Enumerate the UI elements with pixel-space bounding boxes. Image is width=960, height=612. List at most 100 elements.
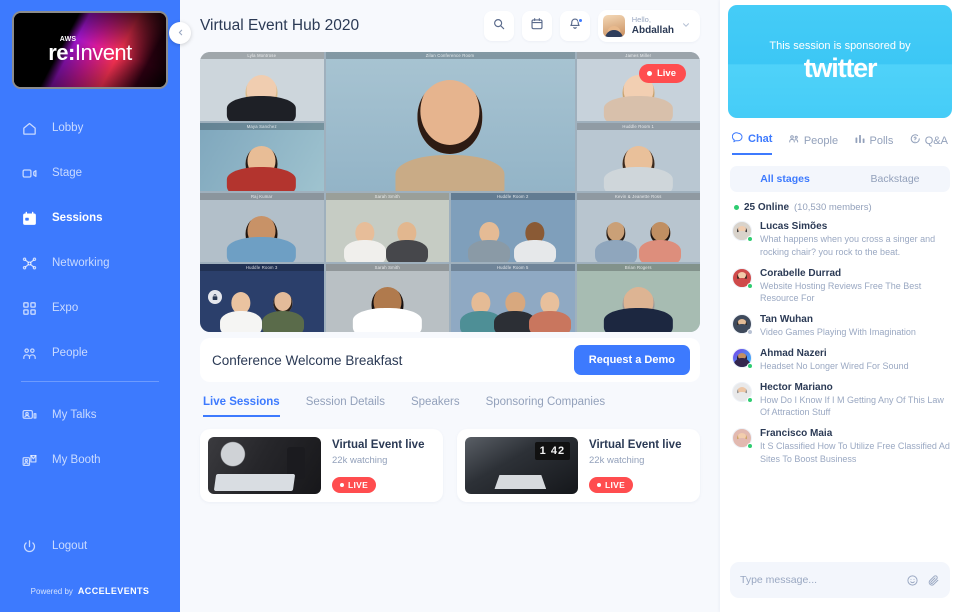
people-icon <box>788 133 800 148</box>
logo-invent-label: Invent <box>74 40 132 65</box>
avatar <box>732 314 753 336</box>
notifications-button[interactable] <box>559 11 590 41</box>
video-tile[interactable]: Huddle Room 1 <box>576 122 700 191</box>
tile-label: Huddle Room 3 <box>200 263 324 271</box>
chat-message-text: Headset No Longer Wired For Sound <box>760 360 909 371</box>
sidebar-item-logout[interactable]: Logout <box>0 527 180 565</box>
video-tile[interactable]: Maya Sanchez <box>200 122 324 191</box>
powered-by: Powered by ACCELEVENTS <box>0 572 180 612</box>
calendar-icon <box>21 210 38 227</box>
avatar <box>732 428 753 450</box>
sidebar-item-networking[interactable]: Networking <box>0 244 180 282</box>
tab-speakers[interactable]: Speakers <box>411 396 460 417</box>
tab-session-details[interactable]: Session Details <box>306 396 385 417</box>
live-dot <box>597 483 601 487</box>
stage-filter-segments: All stages Backstage <box>730 166 950 192</box>
status-dot <box>747 282 753 289</box>
sidebar-item-label: Expo <box>52 302 79 314</box>
paperclip-icon[interactable] <box>927 574 940 587</box>
video-tile[interactable]: Raj Kumar <box>200 193 324 262</box>
tile-label: Sarah Smith <box>325 263 449 271</box>
chat-message-body: Lucas Simões What happens when you cross… <box>760 221 950 259</box>
status-dot <box>747 329 753 336</box>
page-title: Virtual Event Hub 2020 <box>200 17 360 34</box>
request-demo-button[interactable]: Request a Demo <box>573 345 690 375</box>
video-tile[interactable]: Sarah Smith <box>325 263 449 332</box>
tab-sponsoring-companies[interactable]: Sponsoring Companies <box>486 396 606 417</box>
segment-all-stages[interactable]: All stages <box>730 166 840 192</box>
live-dot <box>340 483 344 487</box>
session-title: Conference Welcome Breakfast <box>212 352 403 368</box>
tab-label: Polls <box>869 134 894 147</box>
chat-message: Francisco Maia It S Classified How To Ut… <box>732 428 950 466</box>
content-area: Lyla Montrose Zilan Conference Room Live… <box>180 52 720 612</box>
chat-message-body: Francisco Maia It S Classified How To Ut… <box>760 428 950 466</box>
sidebar-item-lobby[interactable]: Lobby <box>0 109 180 147</box>
chat-message-text: How Do I Know If I M Getting Any Of This… <box>760 394 944 418</box>
emoji-icon[interactable] <box>906 574 919 587</box>
tab-people[interactable]: People <box>788 133 838 155</box>
session-card[interactable]: Virtual Event live 22k watching LIVE <box>200 429 443 502</box>
sponsor-banner[interactable]: This session is sponsored by twitter <box>728 5 952 118</box>
sidebar-item-stage[interactable]: Stage <box>0 154 180 192</box>
lock-badge[interactable] <box>208 288 222 306</box>
calendar-button[interactable] <box>521 11 552 41</box>
network-nodes-icon <box>21 255 38 272</box>
tab-qa[interactable]: Q&A <box>909 133 948 155</box>
sidebar-item-expo[interactable]: Expo <box>0 289 180 327</box>
video-camera-icon <box>21 165 38 182</box>
segment-backstage[interactable]: Backstage <box>840 166 950 192</box>
stage-video-grid[interactable]: Lyla Montrose Zilan Conference Room Live… <box>200 52 700 332</box>
chat-messages[interactable]: Lucas Simões What happens when you cross… <box>720 219 960 562</box>
video-tile-main[interactable]: Zilan Conference Room <box>325 52 575 191</box>
tile-label: Brian Rogers <box>576 263 700 271</box>
video-tile[interactable]: Live James Miller <box>576 52 700 121</box>
message-input[interactable] <box>740 574 898 586</box>
video-tile[interactable]: Huddle Room 3 <box>200 263 324 332</box>
lock-icon <box>211 288 219 306</box>
sidebar: AWS re:Invent Lobby Stage Sessions Netwo… <box>0 0 191 612</box>
logo-text: AWS re:Invent <box>14 36 166 64</box>
video-tile[interactable]: Kevin & Jeanette Ross <box>576 193 700 262</box>
tab-polls[interactable]: Polls <box>854 133 894 155</box>
avatar <box>602 15 625 37</box>
search-button[interactable] <box>483 11 514 41</box>
user-name: Abdallah <box>631 24 674 36</box>
online-dot <box>734 205 739 210</box>
powered-by-label: Powered by <box>30 586 73 596</box>
live-label: Live <box>656 68 676 79</box>
chat-panel: This session is sponsored by twitter Cha… <box>720 0 960 612</box>
live-pill: LIVE <box>332 477 377 493</box>
chat-message-text: Video Games Playing With Imagination <box>760 327 916 338</box>
sidebar-item-people[interactable]: People <box>0 334 180 372</box>
status-dot <box>747 396 753 403</box>
tab-chat[interactable]: Chat <box>731 131 773 155</box>
tile-label: Lyla Montrose <box>200 52 324 59</box>
video-tile[interactable]: Brian Rogers <box>576 263 700 332</box>
people-icon <box>21 345 38 362</box>
sidebar-item-my-booth[interactable]: My Booth <box>0 441 180 479</box>
session-card-title: Virtual Event live <box>589 439 682 451</box>
avatar <box>732 267 753 289</box>
sidebar-item-sessions[interactable]: Sessions <box>0 199 180 237</box>
chat-message-body: Ahmad Nazeri Headset No Longer Wired For… <box>760 348 950 373</box>
video-tile[interactable]: Sarah Smith <box>325 193 449 262</box>
question-bubble-icon <box>909 133 921 148</box>
tile-label: Maya Sanchez <box>200 122 324 130</box>
video-tile[interactable]: Lyla Montrose <box>200 52 324 121</box>
video-tile[interactable]: Huddle Room 5 <box>451 263 575 332</box>
presentation-icon <box>21 407 38 424</box>
tile-label: Kevin & Jeanette Ross <box>576 193 700 200</box>
session-card[interactable]: Virtual Event live 22k watching LIVE <box>457 429 700 502</box>
user-menu[interactable]: Hello, Abdallah <box>597 10 700 42</box>
video-tile[interactable]: Huddle Room 2 <box>451 193 575 262</box>
tab-live-sessions[interactable]: Live Sessions <box>203 396 280 417</box>
tile-label: James Miller <box>576 52 700 59</box>
session-thumbnail <box>208 437 321 494</box>
panel-tabs: Chat People Polls Q&A <box>720 118 960 155</box>
sidebar-item-my-talks[interactable]: My Talks <box>0 396 180 434</box>
chat-message-author: Francisco Maia <box>760 428 833 440</box>
sidebar-collapse-button[interactable] <box>169 22 191 44</box>
live-dot <box>646 71 652 76</box>
sidebar-item-label: Logout <box>52 540 88 552</box>
